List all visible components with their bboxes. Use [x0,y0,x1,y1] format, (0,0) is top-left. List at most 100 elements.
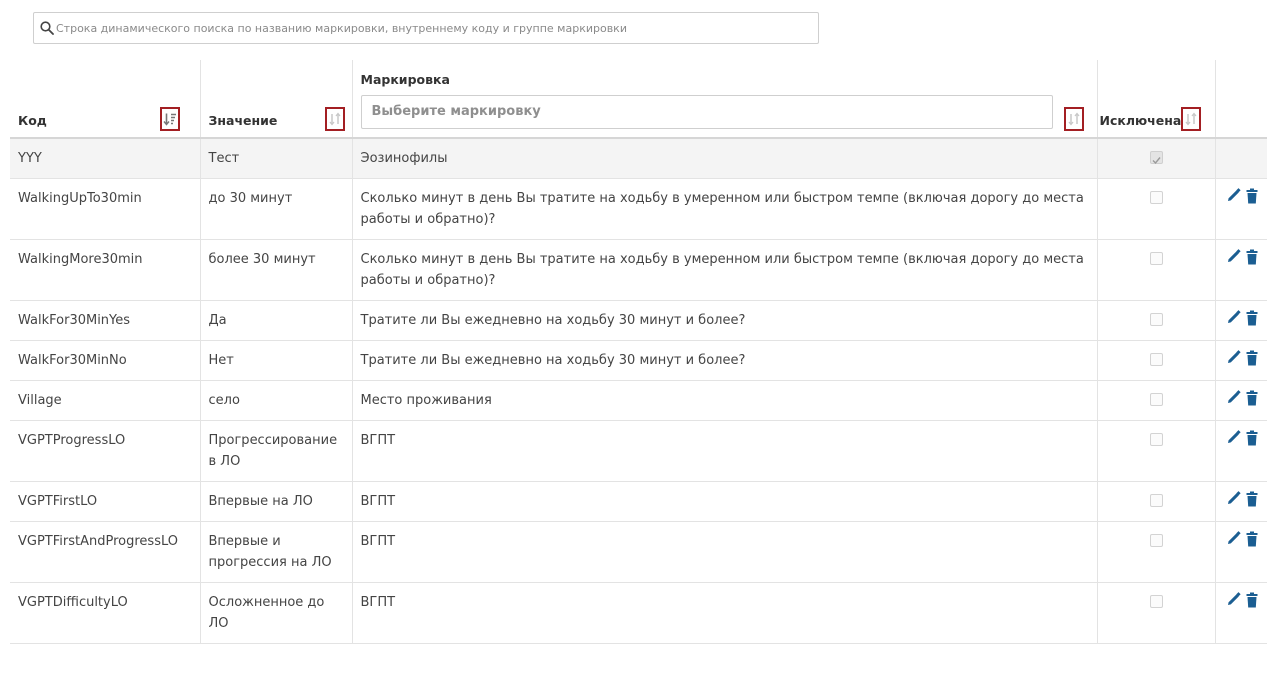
marking-filter-select[interactable]: Выберите маркировку [360,95,1053,129]
cell-actions [1214,300,1267,341]
edit-button[interactable] [1226,390,1241,412]
excluded-checkbox [1149,151,1163,165]
cell-marking: Тратите ли Вы ежедневно на ходьбу 30 мин… [351,300,1097,341]
cell-actions [1214,340,1267,381]
trash-icon [1246,430,1257,446]
table-header-row: Код Значение Маркировка Выберите маркиро… [10,60,1267,139]
delete-button[interactable] [1246,390,1258,413]
edit-button[interactable] [1226,430,1241,452]
sort-icon [328,112,341,126]
sort-code-button[interactable] [160,107,180,131]
cell-value: Тест [199,138,352,179]
cell-actions [1214,239,1267,301]
edit-button[interactable] [1226,310,1241,332]
cell-excluded [1096,340,1215,381]
sort-excluded-button[interactable] [1180,107,1201,131]
excluded-checkbox[interactable] [1149,252,1163,265]
cell-code: WalkFor30MinNo [10,340,200,381]
search-bar[interactable] [33,12,819,44]
excluded-checkbox[interactable] [1149,494,1163,507]
cell-marking: ВГПТ [351,481,1097,522]
column-header-actions [1214,60,1267,139]
excluded-checkbox[interactable] [1149,313,1163,326]
delete-button[interactable] [1246,430,1258,453]
excluded-checkbox[interactable] [1149,534,1163,547]
cell-code: YYY [10,138,200,179]
pencil-icon [1227,350,1241,363]
cell-marking: ВГПТ [351,521,1097,583]
cell-actions [1214,582,1267,644]
cell-excluded [1096,138,1215,179]
cell-excluded [1096,582,1215,644]
delete-button[interactable] [1246,188,1258,211]
cell-code: VGPTFirstLO [10,481,200,522]
table-body: YYY Тест Эозинофилы WalkingUpTo30min до 30 м… [10,138,1267,644]
cell-marking: Эозинофилы [351,138,1097,179]
check-icon [1152,157,1161,165]
edit-button[interactable] [1226,188,1241,210]
table-row: YYY Тест Эозинофилы [10,138,1267,179]
search-icon [40,21,54,35]
excluded-checkbox[interactable] [1149,595,1163,608]
cell-marking: Сколько минут в день Вы тратите на ходьб… [351,178,1097,240]
trash-icon [1246,310,1257,326]
edit-button[interactable] [1226,531,1241,553]
cell-marking: ВГПТ [351,582,1097,644]
trash-icon [1246,350,1257,366]
cell-excluded [1096,300,1215,341]
cell-actions [1214,481,1267,522]
pencil-icon [1227,390,1241,403]
sort-marking-button[interactable] [1063,107,1084,131]
column-header-code: Код [10,60,200,139]
cell-excluded [1096,178,1215,240]
cell-code: WalkFor30MinYes [10,300,200,341]
table-row: VGPTProgressLO Прогрессирование в ЛО ВГПТ [10,420,1267,482]
cell-actions [1214,178,1267,240]
excluded-checkbox[interactable] [1149,353,1163,366]
table-row: Village село Место проживания [10,380,1267,421]
pencil-icon [1227,491,1241,504]
cell-actions [1214,138,1267,179]
cell-excluded [1096,521,1215,583]
trash-icon [1246,390,1257,406]
table-row: WalkFor30MinNo Нет Тратите ли Вы ежедневно… [10,340,1267,381]
table-row: WalkingMore30min более 30 минут Сколько ми… [10,239,1267,301]
pencil-icon [1227,430,1241,443]
column-header-code-label: Код [18,113,47,128]
trash-icon [1246,188,1257,204]
trash-icon [1246,592,1257,608]
cell-actions [1214,380,1267,421]
sort-icon [1184,112,1197,126]
table-row: VGPTFirstLO Впервые на ЛО ВГПТ [10,481,1267,522]
trash-icon [1246,491,1257,507]
cell-marking: Тратите ли Вы ежедневно на ходьбу 30 мин… [351,340,1097,381]
markings-table: Код Значение Маркировка Выберите маркиро… [10,60,1267,644]
search-input[interactable] [54,21,818,35]
column-header-excluded: Исключена [1096,60,1215,139]
column-header-marking-label: Маркировка [360,72,450,87]
cell-excluded [1096,239,1215,301]
delete-button[interactable] [1246,592,1258,615]
edit-button[interactable] [1226,592,1241,614]
delete-button[interactable] [1246,310,1258,333]
column-header-value-label: Значение [208,113,278,128]
cell-code: VGPTProgressLO [10,420,200,482]
cell-value: Да [199,300,352,341]
edit-button[interactable] [1226,249,1241,271]
excluded-checkbox[interactable] [1149,191,1163,204]
delete-button[interactable] [1246,350,1258,373]
cell-value: Впервые и прогрессия на ЛО [199,521,352,583]
edit-button[interactable] [1226,491,1241,513]
excluded-checkbox[interactable] [1149,433,1163,446]
sort-value-button[interactable] [324,107,345,131]
excluded-checkbox[interactable] [1149,393,1163,406]
edit-button[interactable] [1226,350,1241,372]
pencil-icon [1227,249,1241,262]
cell-value: более 30 минут [199,239,352,301]
cell-marking: Место проживания [351,380,1097,421]
delete-button[interactable] [1246,491,1258,514]
delete-button[interactable] [1246,531,1258,554]
delete-button[interactable] [1246,249,1258,272]
cell-value: Осложненное до ЛО [199,582,352,644]
pencil-icon [1227,310,1241,323]
